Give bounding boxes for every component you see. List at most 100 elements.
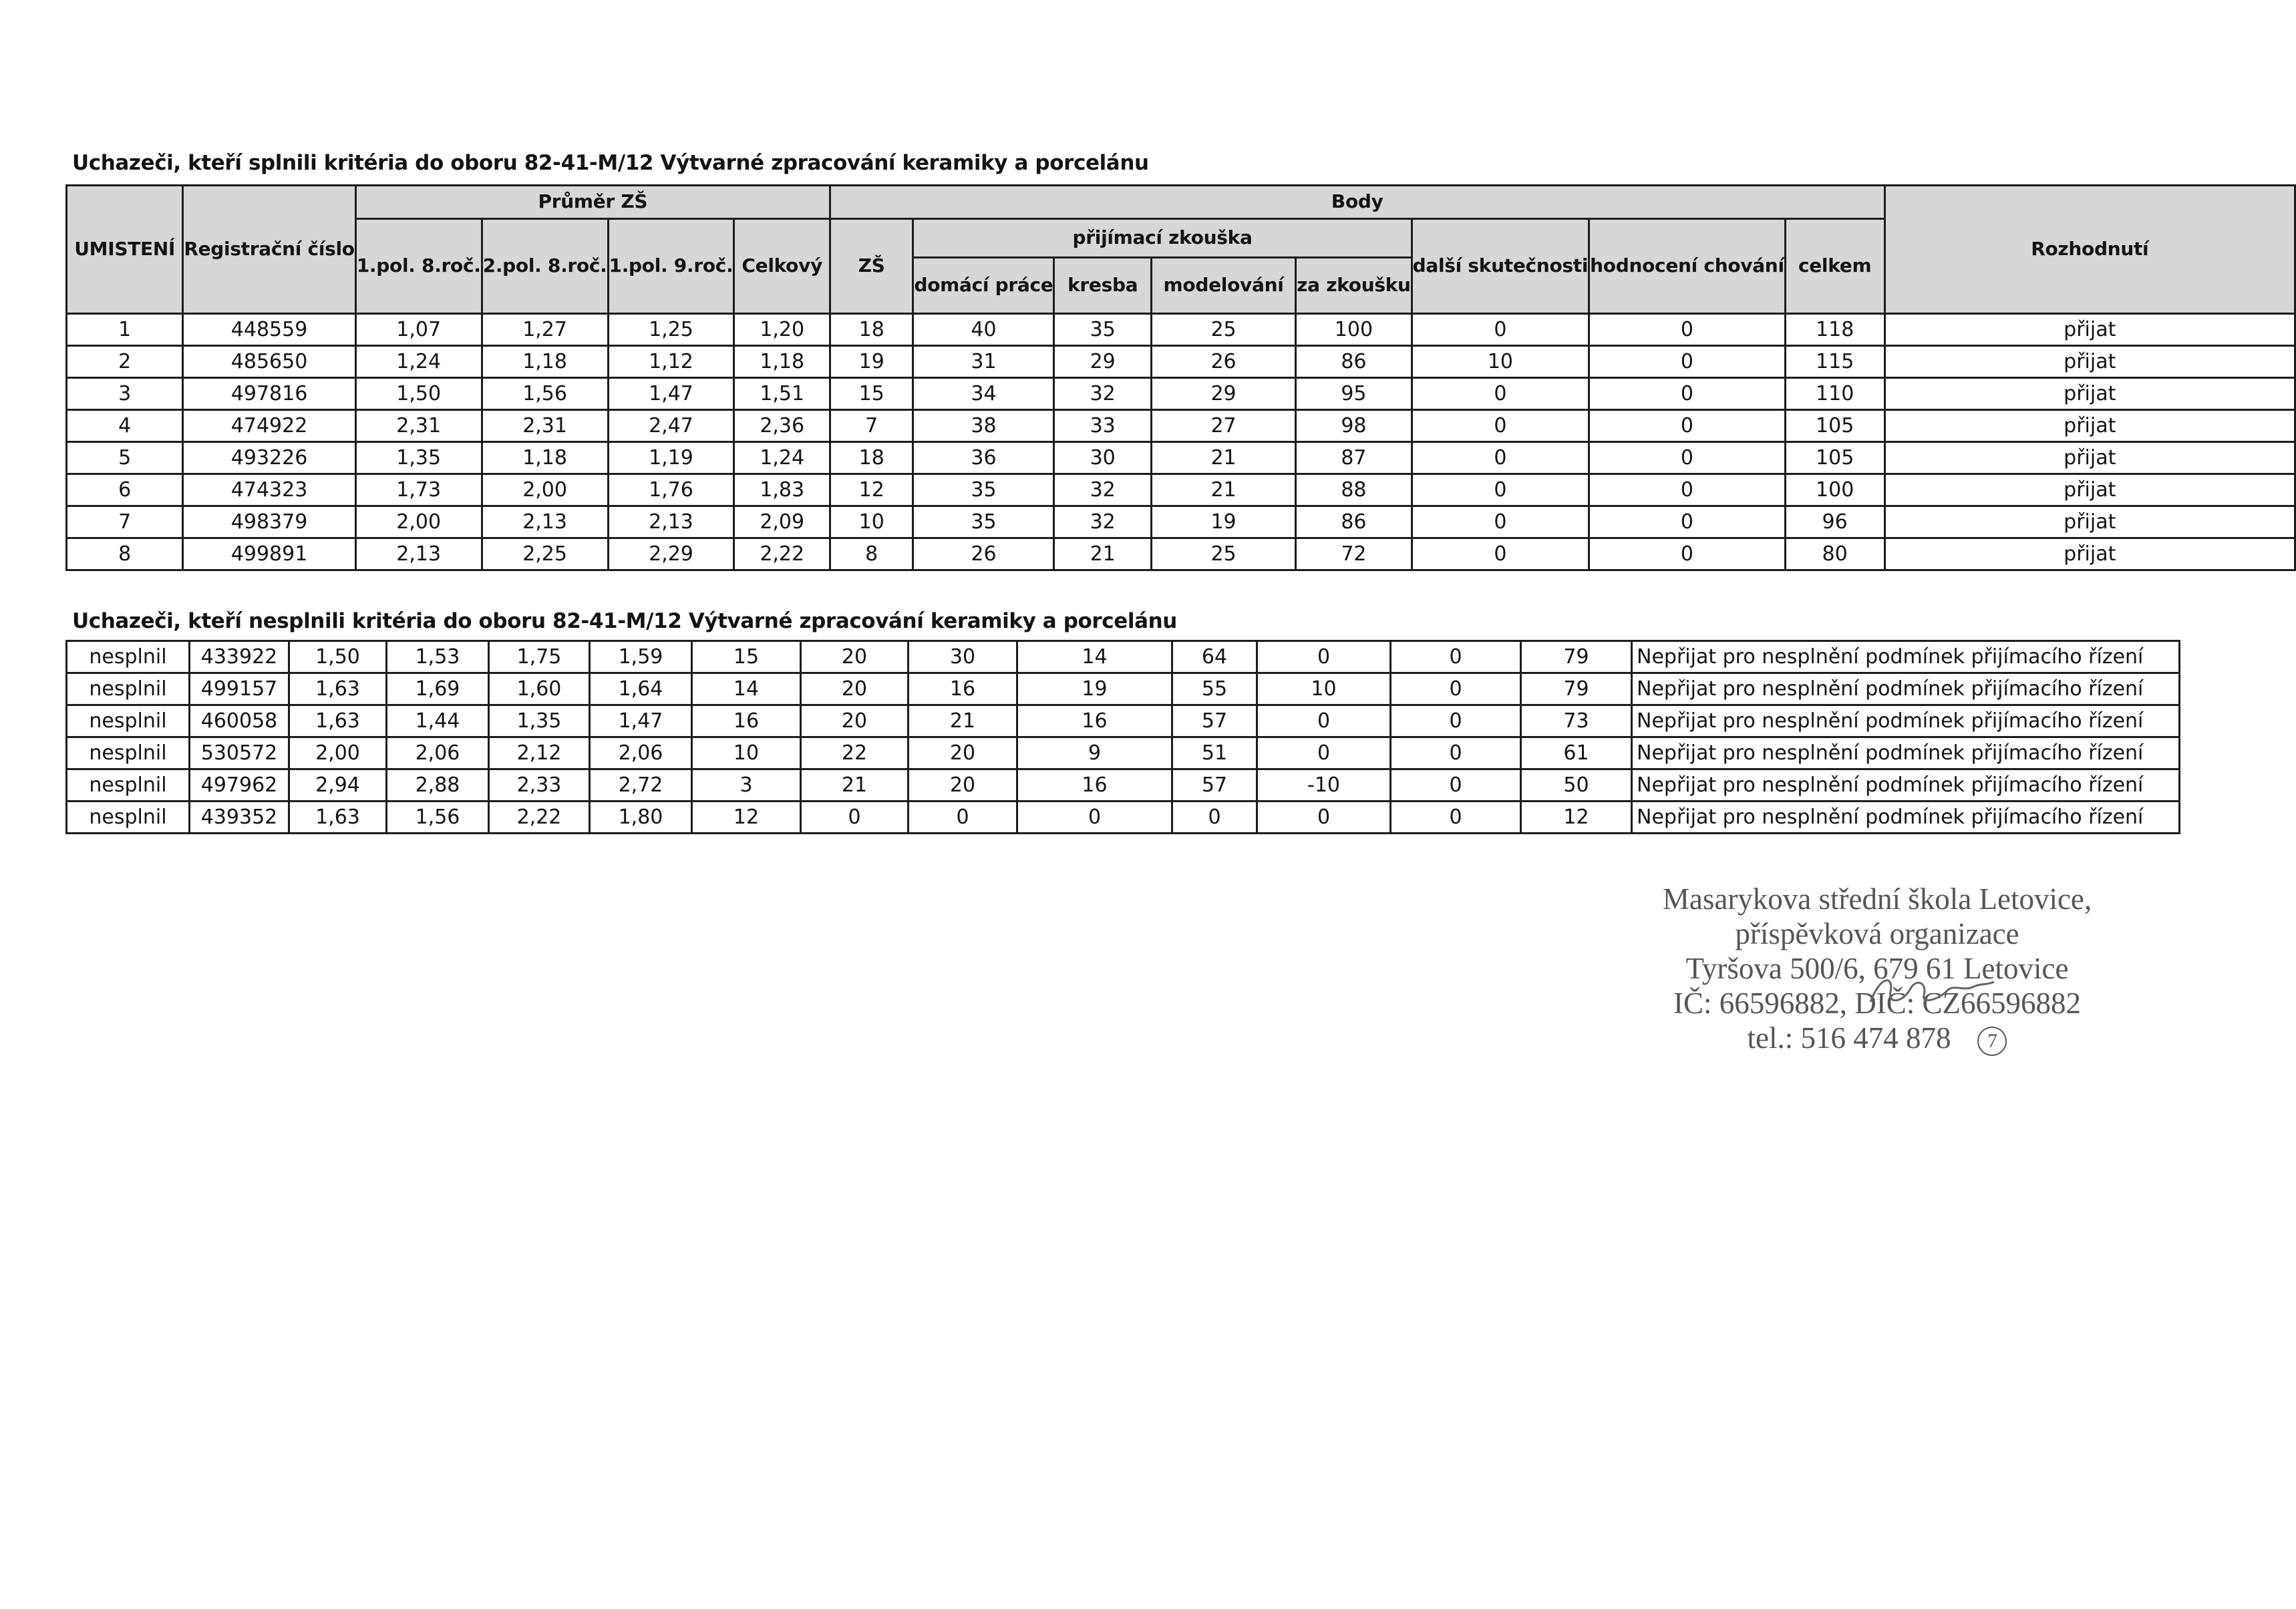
stamp-circle-mark: 7 xyxy=(1977,1026,2007,1056)
accepted-cell: 0 xyxy=(1410,313,1591,347)
accepted-cell: 88 xyxy=(1295,473,1413,507)
accepted-cell: 10 xyxy=(1410,345,1591,379)
accepted-cell: 2 xyxy=(65,345,184,379)
accepted-cell: 98 xyxy=(1295,409,1413,443)
accepted-cell: 15 xyxy=(828,377,915,411)
rejected-cell: 3 xyxy=(691,768,802,802)
table-row: nesplnil 433922 1,50 1,53 1,75 1,59 15 20 30 14 64… xyxy=(65,640,2180,674)
rejected-cell: 30 xyxy=(907,640,1018,674)
header-celkem: celkem xyxy=(1784,218,1886,315)
accepted-cell: 1,83 xyxy=(733,473,831,507)
accepted-cell: 105 xyxy=(1784,409,1886,443)
rejected-cell: 1,47 xyxy=(589,704,693,738)
rejected-cell: 0 xyxy=(1171,800,1258,834)
accepted-cell: 32 xyxy=(1053,505,1152,539)
accepted-cell: 474922 xyxy=(182,409,357,443)
rejected-cell: 0 xyxy=(1389,640,1522,674)
accepted-cell: 100 xyxy=(1295,313,1413,347)
rejected-cell: 0 xyxy=(1389,672,1522,706)
rejected-cell: nesplnil xyxy=(65,672,190,706)
table-row: 8 499891 2,13 2,25 2,29 2,22 8 26 21 25 72 0 0 80 přij… xyxy=(65,537,2296,571)
rejected-cell: 1,35 xyxy=(488,704,591,738)
accepted-cell: 0 xyxy=(1410,505,1591,539)
accepted-cell: 485650 xyxy=(182,345,357,379)
header-modelovani: modelování xyxy=(1150,256,1297,315)
accepted-cell: 2,13 xyxy=(354,537,483,571)
table-row: 6 474323 1,73 2,00 1,76 1,83 12 35 32 21 88 0 0 100 př… xyxy=(65,473,2296,507)
accepted-cell: 474323 xyxy=(182,473,357,507)
accepted-cell: 2,00 xyxy=(354,505,483,539)
accepted-cell: 2,25 xyxy=(480,537,609,571)
accepted-cell: 115 xyxy=(1784,345,1886,379)
accepted-cell: 32 xyxy=(1053,473,1152,507)
stamp-line-5-row: tel.: 516 474 878 7 xyxy=(1583,1021,2171,1056)
accepted-cell: 1,07 xyxy=(354,313,483,347)
accepted-cell: přijat xyxy=(1883,473,2296,507)
accepted-cell: 33 xyxy=(1053,409,1152,443)
rejected-cell: 2,22 xyxy=(488,800,591,834)
accepted-cell: 1,35 xyxy=(354,441,483,475)
rejected-cell: 12 xyxy=(1520,800,1633,834)
accepted-cell: 1 xyxy=(65,313,184,347)
rejected-rows: nesplnil 433922 1,50 1,53 1,75 1,59 15 20 30 14 64… xyxy=(65,640,2180,834)
rejected-cell: 1,75 xyxy=(488,640,591,674)
accepted-cell: 0 xyxy=(1410,441,1591,475)
accepted-cell: 0 xyxy=(1410,473,1591,507)
rejected-cell: 16 xyxy=(1016,768,1173,802)
rejected-cell: 57 xyxy=(1171,768,1258,802)
rejected-cell: 19 xyxy=(1016,672,1173,706)
accepted-cell: 1,73 xyxy=(354,473,483,507)
accepted-rows: 1 448559 1,07 1,27 1,25 1,20 18 40 35 25 100 0 0 118 p… xyxy=(65,313,2296,571)
rejected-cell: 10 xyxy=(691,736,802,770)
accepted-cell: 2,31 xyxy=(354,409,483,443)
accepted-cell: 27 xyxy=(1150,409,1297,443)
rejected-cell: 2,06 xyxy=(385,736,490,770)
rejected-cell: 20 xyxy=(800,672,909,706)
accepted-cell: 499891 xyxy=(182,537,357,571)
rejected-cell: 14 xyxy=(691,672,802,706)
rejected-cell: 79 xyxy=(1520,640,1633,674)
rejected-section-title: Uchazeči, kteří nesplnili kritéria do ob… xyxy=(72,609,1177,633)
rejected-candidates-table: nesplnil 433922 1,50 1,53 1,75 1,59 15 20 30 14 64… xyxy=(65,640,2180,834)
table-row: nesplnil 530572 2,00 2,06 2,12 2,06 10 22 20 9 51 0… xyxy=(65,736,2180,770)
accepted-cell: 0 xyxy=(1588,345,1786,379)
accepted-cell: 7 xyxy=(65,505,184,539)
header-hodnoceni-chovani: hodnocení chování xyxy=(1588,218,1786,315)
header-rozhodnuti: Rozhodnutí xyxy=(1883,184,2296,315)
accepted-cell: 0 xyxy=(1588,377,1786,411)
rejected-cell: 16 xyxy=(907,672,1018,706)
table-row: 4 474922 2,31 2,31 2,47 2,36 7 38 33 27 98 0 0 105 při… xyxy=(65,409,2296,443)
rejected-cell: Nepřijat pro nesplnění podmínek přijímac… xyxy=(1631,768,2180,802)
rejected-cell: 15 xyxy=(691,640,802,674)
accepted-cell: 1,56 xyxy=(480,377,609,411)
accepted-cell: přijat xyxy=(1883,313,2296,347)
rejected-cell: 64 xyxy=(1171,640,1258,674)
rejected-cell: 0 xyxy=(907,800,1018,834)
header-domaci-prace: domácí práce xyxy=(912,256,1055,315)
rejected-cell: 1,63 xyxy=(288,800,387,834)
rejected-cell: 61 xyxy=(1520,736,1633,770)
accepted-cell: 1,18 xyxy=(480,345,609,379)
rejected-cell: nesplnil xyxy=(65,800,190,834)
accepted-cell: 36 xyxy=(912,441,1055,475)
accepted-cell: 29 xyxy=(1150,377,1297,411)
header-zs: ZŠ xyxy=(828,218,915,315)
rejected-cell: 1,44 xyxy=(385,704,490,738)
accepted-cell: 31 xyxy=(912,345,1055,379)
accepted-cell: 8 xyxy=(828,537,915,571)
table-row: 3 497816 1,50 1,56 1,47 1,51 15 34 32 29 95 0 0 110 př… xyxy=(65,377,2296,411)
rejected-cell: 2,33 xyxy=(488,768,591,802)
rejected-cell: 22 xyxy=(800,736,909,770)
accepted-cell: 2,13 xyxy=(607,505,735,539)
accepted-cell: 95 xyxy=(1295,377,1413,411)
accepted-cell: 0 xyxy=(1588,537,1786,571)
header-dalsi-skutecnosti: další skutečnosti xyxy=(1410,218,1591,315)
rejected-cell: 20 xyxy=(800,640,909,674)
rejected-cell: nesplnil xyxy=(65,768,190,802)
accepted-cell: 497816 xyxy=(182,377,357,411)
rejected-cell: 1,53 xyxy=(385,640,490,674)
accepted-cell: 2,09 xyxy=(733,505,831,539)
school-stamp: Masarykova střední škola Letovice, přísp… xyxy=(1583,882,2171,1056)
header-pol1-8roc: 1.pol. 8.roč. xyxy=(354,218,483,315)
rejected-cell: Nepřijat pro nesplnění podmínek přijímac… xyxy=(1631,736,2180,770)
